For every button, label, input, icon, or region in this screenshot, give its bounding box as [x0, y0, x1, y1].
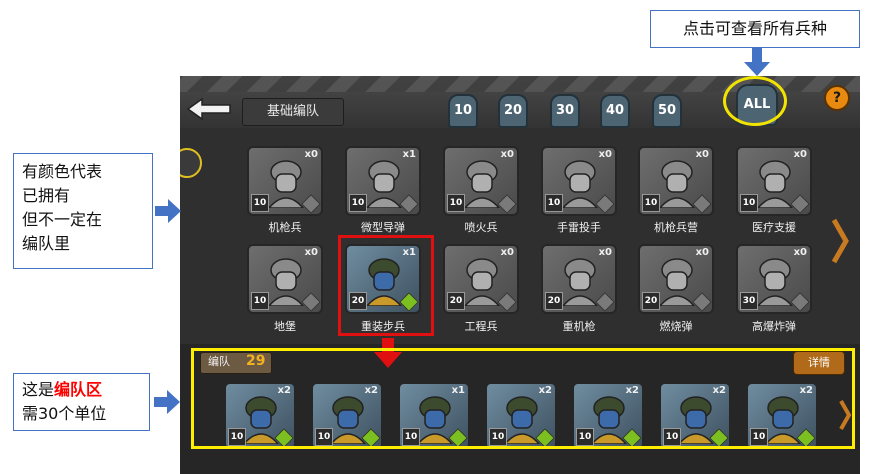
unit-portrait-icon: [659, 258, 695, 306]
owned-unit-highlight: [338, 235, 434, 336]
team-area-highlight: [191, 348, 855, 449]
unit-name: 重机枪: [562, 320, 596, 333]
annotation-line: 编队里: [22, 234, 71, 253]
unit-name: 燃烧弹: [659, 320, 693, 333]
unit-count: x0: [695, 247, 709, 258]
unit-portrait-icon: [659, 160, 695, 208]
unit-card[interactable]: x0 20: [443, 244, 519, 314]
unit-portrait-icon: [562, 258, 598, 306]
unit-level-badge: 10: [740, 194, 758, 212]
unit-card[interactable]: x0 10: [638, 146, 714, 216]
annotation-line: 需30个单位: [22, 404, 107, 423]
unit-card[interactable]: x0 10: [443, 146, 519, 216]
unit-count: x0: [598, 247, 612, 258]
unit-card[interactable]: x0 10: [247, 244, 323, 314]
chevron-right-icon[interactable]: [830, 216, 850, 266]
unit-count: x0: [598, 149, 612, 160]
unit-portrait-icon: [268, 160, 304, 208]
unit-count: x0: [304, 149, 318, 160]
all-button-highlight: [723, 76, 787, 126]
unit-count: x0: [793, 247, 807, 258]
unit-card[interactable]: x0 10: [736, 146, 812, 216]
arrow-right-icon: [155, 199, 181, 223]
unit-count: x0: [304, 247, 318, 258]
unit-portrait-icon: [464, 160, 500, 208]
tab-level-50[interactable]: 50: [652, 94, 682, 128]
annotation-prefix: 这是: [22, 380, 55, 399]
arrow-down-icon: [744, 48, 770, 76]
unit-card[interactable]: x0 10: [541, 146, 617, 216]
unit-portrait-icon: [757, 160, 793, 208]
unit-level-badge: 10: [251, 292, 269, 310]
unit-level-badge: 30: [740, 292, 758, 310]
annotation-owned: 有颜色代表 已拥有 但不一定在 编队里: [13, 153, 153, 269]
unit-count: x1: [402, 149, 416, 160]
help-button[interactable]: ?: [824, 85, 850, 111]
unit-card[interactable]: x1 10: [345, 146, 421, 216]
unit-name: 微型导弹: [361, 221, 405, 234]
unit-card[interactable]: x0 20: [638, 244, 714, 314]
unit-name: 机枪兵营: [654, 221, 698, 234]
unit-name: 喷火兵: [464, 221, 498, 234]
tab-level-10[interactable]: 10: [448, 94, 478, 128]
unit-level-badge: 10: [251, 194, 269, 212]
unit-portrait-icon: [268, 258, 304, 306]
unit-card[interactable]: x0 10: [247, 146, 323, 216]
tab-level-20[interactable]: 20: [498, 94, 528, 128]
unit-count: x0: [695, 149, 709, 160]
page-title: 基础编队: [242, 98, 344, 126]
annotation-line: 有颜色代表: [22, 162, 103, 181]
annotation-line: 但不一定在: [22, 210, 103, 229]
annotation-line: 已拥有: [22, 186, 71, 205]
unit-name: 医疗支援: [752, 221, 796, 234]
unit-level-badge: 10: [447, 194, 465, 212]
annotation-team-area: 这是编队区 需30个单位: [13, 373, 150, 431]
unit-name: 工程兵: [464, 320, 498, 333]
annotation-line: 这是编队区: [22, 378, 141, 402]
arrow-right-icon: [154, 390, 180, 414]
unit-name: 机枪兵: [268, 221, 302, 234]
unit-portrait-icon: [366, 160, 402, 208]
unit-name: 地堡: [274, 320, 296, 333]
unit-count: x0: [793, 149, 807, 160]
unit-name: 手雷投手: [557, 221, 601, 234]
side-gear-icon[interactable]: [180, 148, 202, 178]
unit-level-badge: 10: [349, 194, 367, 212]
unit-card[interactable]: x0 30: [736, 244, 812, 314]
unit-level-badge: 20: [447, 292, 465, 310]
unit-name: 高爆炸弹: [752, 320, 796, 333]
tab-level-40[interactable]: 40: [600, 94, 630, 128]
unit-card[interactable]: x0 20: [541, 244, 617, 314]
unit-level-badge: 10: [642, 194, 660, 212]
unit-level-badge: 10: [545, 194, 563, 212]
unit-count: x0: [500, 247, 514, 258]
back-arrow-icon[interactable]: [186, 98, 232, 120]
unit-portrait-icon: [464, 258, 500, 306]
annotation-all-units: 点击可查看所有兵种: [650, 10, 860, 48]
unit-level-badge: 20: [545, 292, 563, 310]
unit-portrait-icon: [562, 160, 598, 208]
unit-portrait-icon: [757, 258, 793, 306]
unit-level-badge: 20: [642, 292, 660, 310]
annotation-highlight: 编队区: [54, 380, 103, 399]
tab-level-30[interactable]: 30: [550, 94, 580, 128]
unit-count: x0: [500, 149, 514, 160]
